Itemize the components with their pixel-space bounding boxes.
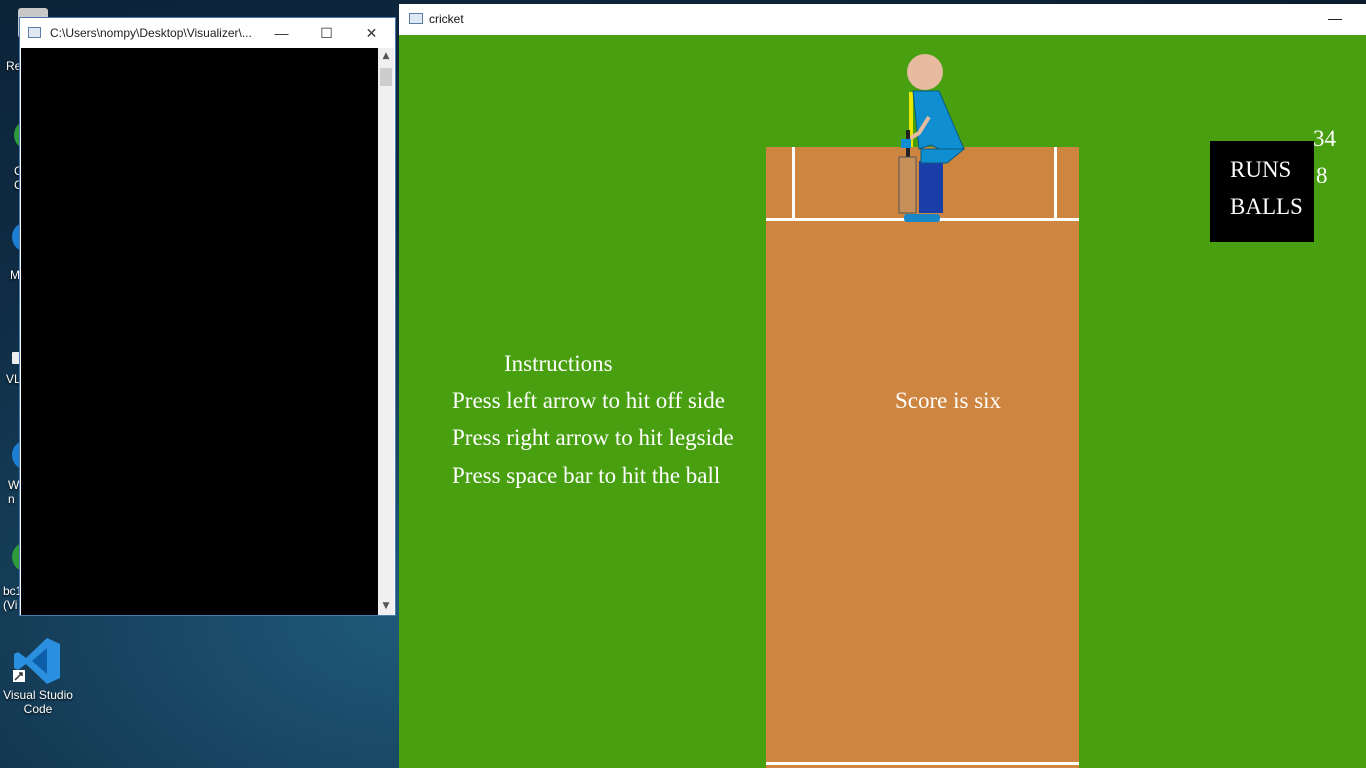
- instruction-line-leg-side: Press right arrow to hit legside: [452, 425, 734, 450]
- console-titlebar[interactable]: C:\Users\nompy\Desktop\Visualizer\... — …: [20, 18, 395, 48]
- batting-glove: [901, 139, 911, 148]
- desktop-icon-vscode[interactable]: Visual Studio Code: [0, 636, 76, 720]
- minimize-button[interactable]: —: [1320, 4, 1350, 35]
- batsman-head: [907, 54, 943, 90]
- scroll-up-button[interactable]: ▲: [378, 48, 394, 65]
- minimize-button[interactable]: —: [259, 18, 304, 48]
- cricket-window-title: cricket: [429, 12, 464, 26]
- console-window[interactable]: C:\Users\nompy\Desktop\Visualizer\... — …: [19, 17, 396, 616]
- close-button[interactable]: ✕: [349, 18, 394, 48]
- cricket-app-icon: [409, 13, 423, 24]
- console-window-title: C:\Users\nompy\Desktop\Visualizer\...: [50, 26, 252, 40]
- instruction-line-off-side: Press left arrow to hit off side: [452, 388, 725, 413]
- bat-blade: [898, 156, 917, 214]
- cricket-window[interactable]: cricket — Instructions Press left arrow …: [399, 4, 1366, 768]
- status-message: Score is six: [895, 388, 1002, 413]
- vscode-icon: [13, 638, 60, 684]
- console-output[interactable]: [21, 48, 379, 615]
- return-crease-right: [1054, 147, 1057, 220]
- maximize-button[interactable]: ☐: [304, 18, 349, 48]
- return-crease-left: [792, 147, 795, 220]
- balls-value: 8: [1316, 163, 1328, 188]
- runs-label: RUNS: [1230, 157, 1292, 182]
- cricket-titlebar[interactable]: cricket —: [399, 4, 1366, 35]
- console-app-icon: [28, 27, 41, 38]
- batsman-shoe: [904, 214, 940, 222]
- instruction-line-space-bar: Press space bar to hit the ball: [452, 463, 721, 488]
- balls-label: BALLS: [1230, 194, 1303, 219]
- instructions-heading: Instructions: [504, 351, 613, 376]
- pitch: [766, 147, 1079, 768]
- scroll-down-button[interactable]: ▼: [378, 598, 394, 615]
- scoreboard: RUNS BALLS: [1210, 141, 1314, 242]
- runs-value: 34: [1313, 126, 1336, 151]
- batsman-trousers: [919, 161, 943, 213]
- console-scrollbar[interactable]: ▲ ▼: [378, 48, 394, 615]
- bottom-crease: [766, 762, 1079, 765]
- desktop-icon-label: Visual Studio Code: [3, 688, 73, 716]
- batsman-shirt: [912, 90, 965, 150]
- scroll-thumb[interactable]: [380, 68, 392, 86]
- game-field[interactable]: Instructions Press left arrow to hit off…: [399, 35, 1366, 768]
